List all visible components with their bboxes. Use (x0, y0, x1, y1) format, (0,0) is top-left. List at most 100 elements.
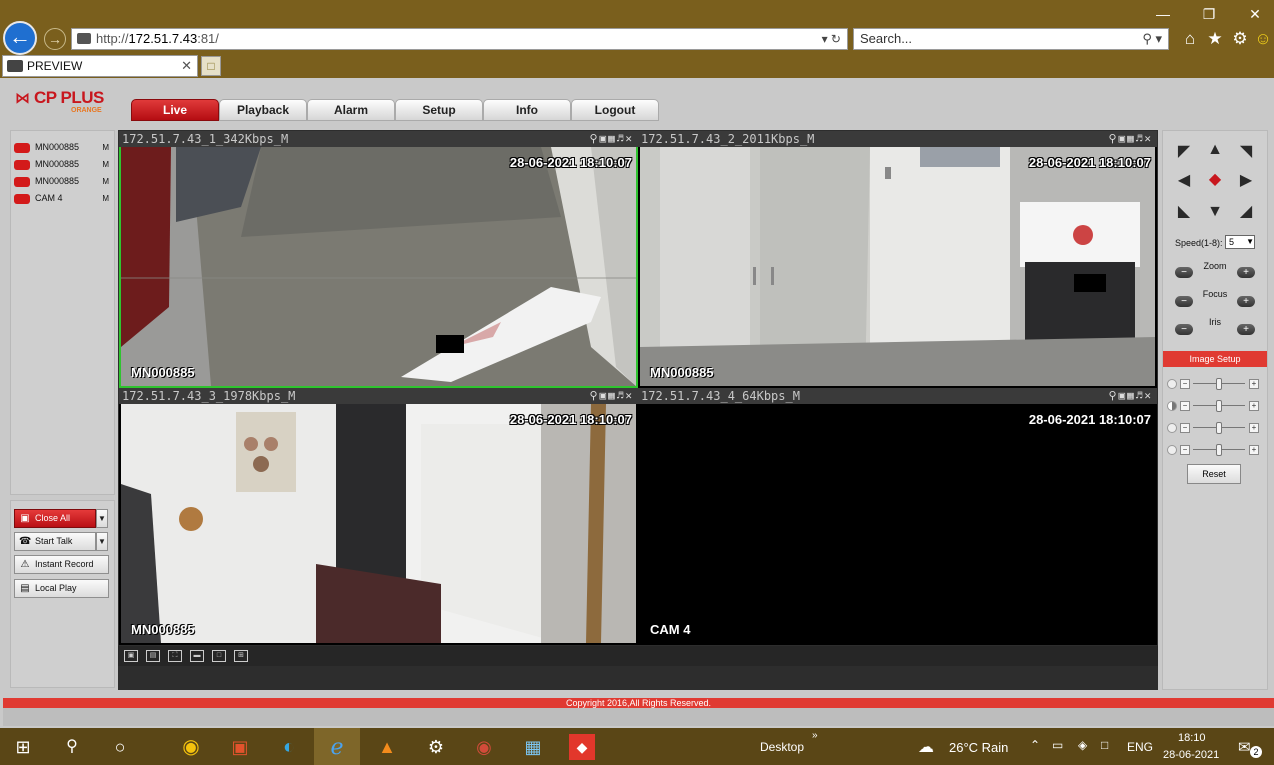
clock-time[interactable]: 18:10 (1178, 732, 1206, 744)
ptz-right-icon[interactable]: ▶ (1237, 172, 1255, 190)
device-stream-flag[interactable]: M (102, 157, 109, 172)
close-all-dropdown[interactable]: ▼ (96, 509, 108, 528)
device-stream-flag[interactable]: M (102, 140, 109, 155)
new-tab-button[interactable]: □ (201, 56, 221, 76)
close-window-button[interactable]: ✕ (1240, 4, 1270, 24)
wifi-icon[interactable]: ◈ (1078, 738, 1087, 752)
plus-icon[interactable]: + (1249, 445, 1259, 455)
contrast-slider[interactable]: − + (1167, 400, 1265, 412)
saturation-slider[interactable]: − + (1167, 422, 1265, 434)
nav-setup[interactable]: Setup (395, 99, 483, 121)
minus-icon[interactable]: − (1180, 379, 1190, 389)
cell-tools[interactable]: ⚲▣▦♬✕ (1108, 131, 1153, 147)
video-cell-4[interactable]: 172.51.7.43_4_64Kbps_M ⚲▣▦♬✕ 28-06-2021 … (638, 388, 1157, 645)
ptz-up-icon[interactable]: ▲ (1206, 141, 1224, 159)
layout-bar-icon[interactable]: ▬ (190, 650, 204, 662)
device-item[interactable]: MN000885 M (14, 140, 112, 155)
chevron-right-icon[interactable]: » (812, 730, 818, 741)
cell-tools[interactable]: ⚲▣▦♬✕ (589, 388, 634, 404)
ptz-up-left-icon[interactable]: ◤ (1175, 143, 1193, 161)
browser-tab[interactable]: PREVIEW ✕ (2, 55, 198, 77)
notifications-icon[interactable]: ✉ (1238, 738, 1251, 756)
powerpoint-icon[interactable]: ▣ (227, 734, 253, 760)
focus-far-button[interactable]: + (1237, 296, 1255, 307)
device-stream-flag[interactable]: M (102, 191, 109, 206)
close-icon[interactable]: ✕ (625, 132, 634, 145)
record-icon[interactable]: ▦ (608, 132, 617, 145)
language-indicator[interactable]: ENG (1127, 740, 1153, 754)
image-setup-header[interactable]: Image Setup (1163, 351, 1267, 367)
nav-playback[interactable]: Playback (219, 99, 307, 121)
zoom-icon[interactable]: ⚲ (1108, 389, 1118, 402)
iris-open-button[interactable]: + (1237, 324, 1255, 335)
zoom-icon[interactable]: ⚲ (1108, 132, 1118, 145)
plus-icon[interactable]: + (1249, 423, 1259, 433)
record-icon[interactable]: ▦ (1127, 132, 1136, 145)
single-view-icon[interactable]: □ (212, 650, 226, 662)
device-item[interactable]: CAM 4 M (14, 191, 112, 206)
instant-record-button[interactable]: ⚠ Instant Record (14, 555, 109, 574)
refresh-icon[interactable]: ▾ ↻ (822, 29, 841, 49)
local-play-button[interactable]: ▤ Local Play (14, 579, 109, 598)
ptz-center-icon[interactable]: ◆ (1206, 171, 1224, 189)
battery-icon[interactable]: ▭ (1052, 738, 1063, 752)
task-view-icon[interactable]: ○ (107, 734, 133, 760)
slider-thumb[interactable] (1216, 422, 1222, 434)
ptz-left-icon[interactable]: ◀ (1175, 172, 1193, 190)
slider-thumb[interactable] (1216, 400, 1222, 412)
close-all-button[interactable]: ▣ Close All (14, 509, 96, 528)
zoom-in-button[interactable]: + (1237, 267, 1255, 278)
close-icon[interactable]: ✕ (1144, 132, 1153, 145)
favorites-star-icon[interactable]: ★ (1205, 28, 1225, 50)
brightness-slider[interactable]: − + (1167, 378, 1265, 390)
app-icon[interactable]: ◉ (471, 734, 497, 760)
nav-logout[interactable]: Logout (571, 99, 659, 121)
layout-scale-icon[interactable]: ▤ (146, 650, 160, 662)
tab-close-icon[interactable]: ✕ (181, 56, 192, 76)
focus-near-button[interactable]: − (1175, 296, 1193, 307)
iris-close-button[interactable]: − (1175, 324, 1193, 335)
weather-text[interactable]: 26°C Rain (949, 740, 1008, 755)
back-button[interactable]: ← (3, 21, 37, 55)
close-icon[interactable]: ✕ (625, 389, 634, 402)
ptz-down-left-icon[interactable]: ◣ (1175, 203, 1193, 221)
zoom-out-button[interactable]: − (1175, 267, 1193, 278)
search-icon[interactable]: ⚲ (59, 734, 85, 760)
zoom-icon[interactable]: ⚲ (589, 389, 599, 402)
snapshot-icon[interactable]: ▣ (600, 389, 609, 402)
quad-view-icon[interactable]: ⊞ (234, 650, 248, 662)
ptz-down-icon[interactable]: ▼ (1206, 203, 1224, 221)
cell-tools[interactable]: ⚲▣▦♬✕ (589, 131, 634, 147)
minimize-button[interactable]: — (1148, 4, 1178, 24)
plus-icon[interactable]: + (1249, 379, 1259, 389)
desktop-toolbar[interactable]: Desktop (760, 740, 804, 754)
layout-fit-icon[interactable]: ▣ (124, 650, 138, 662)
snapshot-icon[interactable]: ▣ (600, 132, 609, 145)
chrome-icon[interactable]: ◉ (178, 734, 204, 760)
vlc-icon[interactable]: ▲ (374, 734, 400, 760)
record-icon[interactable]: ▦ (1127, 389, 1136, 402)
reset-button[interactable]: Reset (1187, 464, 1241, 484)
smiley-feedback-icon[interactable]: ☺ (1253, 28, 1273, 50)
forward-button[interactable]: → (44, 28, 66, 50)
media-app-icon[interactable]: ▦ (520, 734, 546, 760)
edge-icon[interactable]: ◐ (276, 734, 302, 760)
close-icon[interactable]: ✕ (1144, 389, 1153, 402)
ptz-up-right-icon[interactable]: ◥ (1237, 143, 1255, 161)
snapshot-icon[interactable]: ▣ (1119, 389, 1128, 402)
windows-start-icon[interactable]: ⊞ (10, 734, 36, 760)
clock-date[interactable]: 28-06-2021 (1163, 749, 1219, 761)
search-input[interactable]: Search... ⚲ ▾ (853, 28, 1169, 50)
internet-explorer-icon[interactable]: ℯ (314, 728, 360, 765)
hue-slider[interactable]: − + (1167, 444, 1265, 456)
start-talk-button[interactable]: ☎ Start Talk (14, 532, 96, 551)
settings-gear-icon[interactable]: ⚙ (423, 734, 449, 760)
minus-icon[interactable]: − (1180, 401, 1190, 411)
video-cell-1[interactable]: 172.51.7.43_1_342Kbps_M ⚲▣▦♬✕ 28-06-2021… (119, 131, 638, 388)
plus-icon[interactable]: + (1249, 401, 1259, 411)
zoom-icon[interactable]: ⚲ (589, 132, 599, 145)
device-item[interactable]: MN000885 M (14, 174, 112, 189)
nav-info[interactable]: Info (483, 99, 571, 121)
ptz-down-right-icon[interactable]: ◢ (1237, 203, 1255, 221)
address-bar[interactable]: http://172.51.7.43:81/ ▾ ↻ (71, 28, 848, 50)
